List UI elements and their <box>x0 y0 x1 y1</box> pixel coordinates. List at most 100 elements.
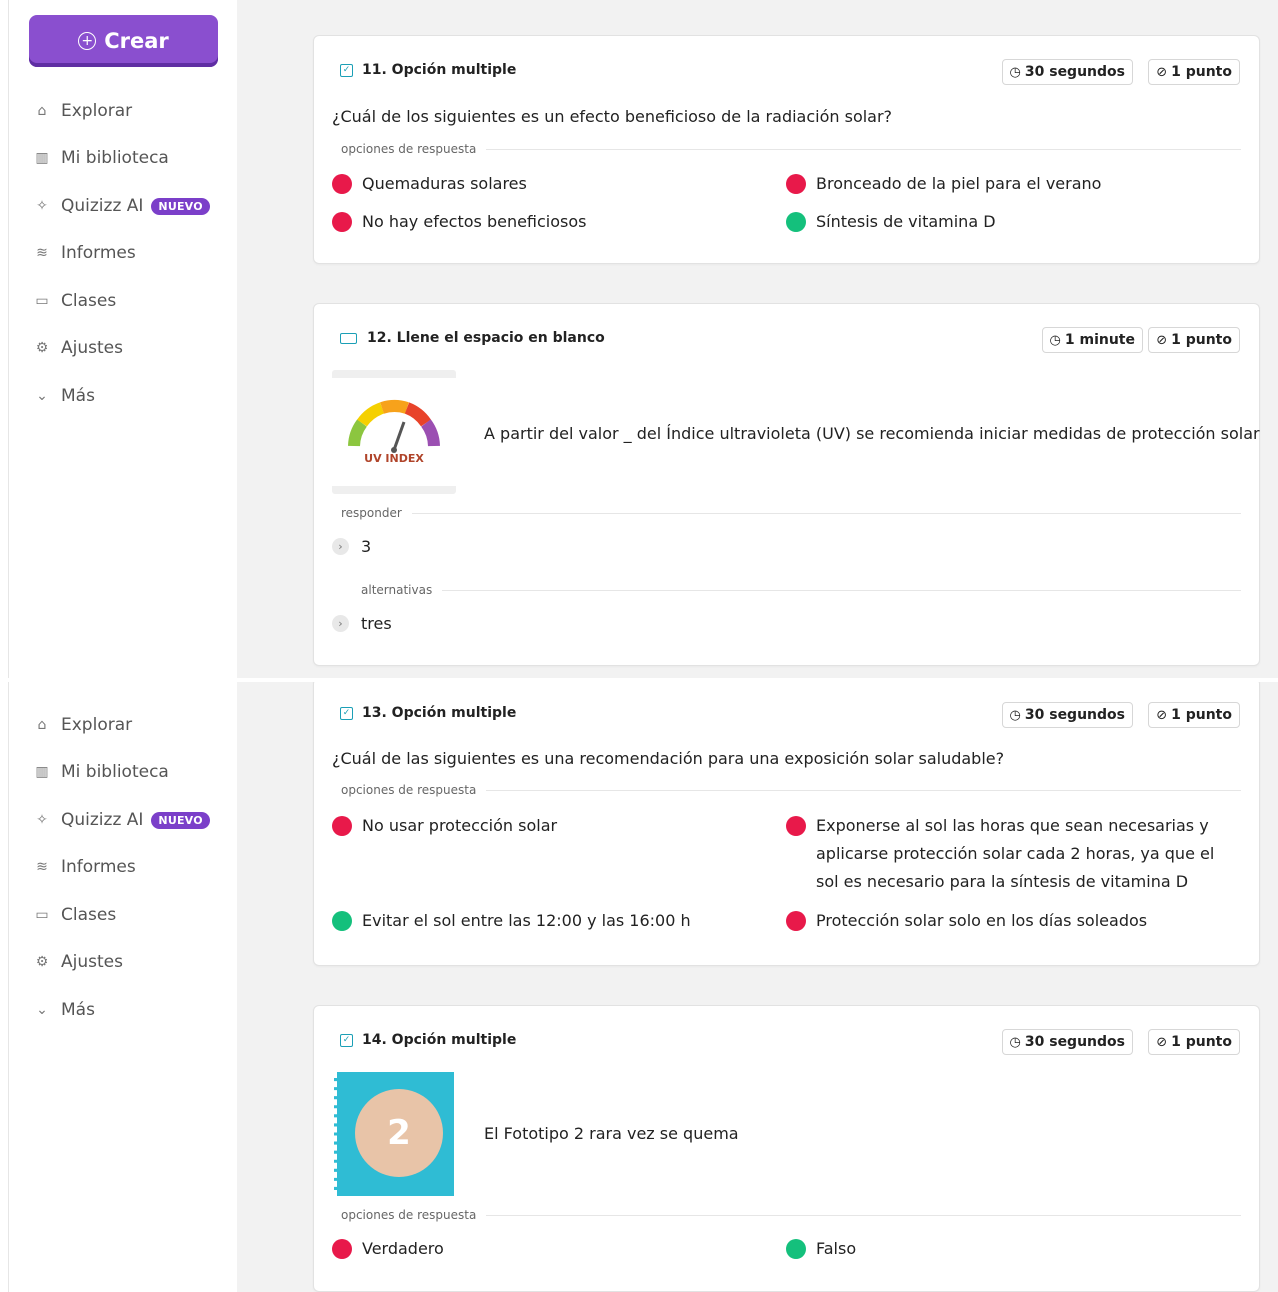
section-label: opciones de respuesta <box>341 783 1241 797</box>
explore-icon: ⌂ <box>37 717 47 733</box>
check-circle-icon: ⊘ <box>1156 64 1168 80</box>
settings-icon: ⚙ <box>35 954 49 970</box>
create-label: Crear <box>104 29 169 53</box>
answer-option: No usar protección solar <box>332 812 772 840</box>
points-badge[interactable]: ⊘ 1 punto <box>1148 1029 1240 1055</box>
sidebar-item-quizizz-ai[interactable]: ✧ Quizizz AI NUEVO <box>31 804 210 836</box>
explore-icon: ⌂ <box>37 103 47 119</box>
sidebar-item-explorar[interactable]: ⌂ Explorar <box>31 95 133 127</box>
option-text: No hay efectos beneficiosos <box>362 212 587 231</box>
new-badge: NUEVO <box>151 197 210 215</box>
section-label-text: responder <box>341 506 402 520</box>
clock-icon: ◷ <box>1009 707 1021 723</box>
question-card-14[interactable]: ✓ 14. Opción multiple ◷ 30 segundos ⊘ 1 … <box>313 1005 1260 1292</box>
sidebar-item-explorar[interactable]: ⌂ Explorar <box>31 709 133 741</box>
alternative-text: tres <box>361 614 392 633</box>
library-icon: ▥ <box>35 764 49 780</box>
time-badge[interactable]: ◷ 30 segundos <box>1001 702 1133 728</box>
points-label: 1 punto <box>1171 64 1232 80</box>
sidebar-item-ajustes[interactable]: ⚙ Ajustes <box>31 332 123 364</box>
incorrect-dot-icon <box>332 1239 352 1259</box>
option-text: Evitar el sol entre las 12:00 y las 16:0… <box>362 911 691 930</box>
check-circle-icon: ⊘ <box>1156 332 1168 348</box>
clock-icon: ◷ <box>1009 64 1021 80</box>
phototype-number: 2 <box>355 1089 443 1177</box>
checkbox-icon: ✓ <box>340 706 353 720</box>
section-label-text: opciones de respuesta <box>341 142 477 156</box>
time-badge[interactable]: ◷ 30 segundos <box>1001 59 1133 85</box>
clock-icon: ◷ <box>1009 1034 1021 1050</box>
incorrect-dot-icon <box>786 911 806 931</box>
question-card-12[interactable]: 12. Llene el espacio en blanco ◷ 1 minut… <box>313 303 1260 666</box>
sidebar-item-label: Ajustes <box>61 952 123 972</box>
sparkle-icon: ✧ <box>36 198 48 214</box>
answer-option: Quemaduras solares <box>332 170 527 198</box>
points-label: 1 punto <box>1171 1034 1232 1050</box>
correct-dot-icon <box>332 911 352 931</box>
sidebar-item-mas[interactable]: ⌄ Más <box>31 380 95 412</box>
points-badge[interactable]: ⊘ 1 punto <box>1148 59 1240 85</box>
incorrect-dot-icon <box>332 816 352 836</box>
time-label: 30 segundos <box>1024 64 1125 80</box>
uv-gauge-icon <box>348 400 440 453</box>
sidebar-item-label: Informes <box>61 243 136 263</box>
sidebar-item-informes[interactable]: ≋ Informes <box>31 237 136 269</box>
question-type: 12. Llene el espacio en blanco <box>340 330 605 346</box>
create-button[interactable]: + Crear <box>29 15 218 67</box>
sidebar-item-label: Informes <box>61 857 136 877</box>
answer-text: 3 <box>361 537 372 556</box>
answer-option: No hay efectos beneficiosos <box>332 208 587 236</box>
points-label: 1 punto <box>1171 332 1232 348</box>
option-text: Verdadero <box>362 1239 444 1258</box>
sidebar-item-mi-biblioteca[interactable]: ▥ Mi biblioteca <box>31 142 168 174</box>
incorrect-dot-icon <box>332 174 352 194</box>
option-text: Falso <box>816 1239 857 1258</box>
divider <box>442 589 1241 591</box>
sidebar-item-label: Ajustes <box>61 338 123 358</box>
time-badge[interactable]: ◷ 1 minute <box>1041 327 1143 353</box>
divider <box>486 148 1241 150</box>
divider <box>486 789 1241 791</box>
option-text: Quemaduras solares <box>362 174 527 193</box>
sidebar-item-mi-biblioteca[interactable]: ▥ Mi biblioteca <box>31 756 168 788</box>
chevron-right-icon: › <box>332 538 349 555</box>
option-text: Exponerse al sol las horas que sean nece… <box>816 816 1215 891</box>
uv-index-image[interactable]: UV INDEX <box>332 370 456 494</box>
phototype-image[interactable]: 2 <box>334 1072 454 1196</box>
sidebar-item-quizizz-ai[interactable]: ✧ Quizizz AI NUEVO <box>31 190 210 222</box>
section-label-text: opciones de respuesta <box>341 1208 477 1222</box>
divider <box>411 512 1241 514</box>
points-badge[interactable]: ⊘ 1 punto <box>1148 702 1240 728</box>
answer-item: › 3 <box>332 537 371 556</box>
sidebar-item-clases[interactable]: ▭ Clases <box>31 899 116 931</box>
sidebar-item-label: Clases <box>61 291 117 311</box>
points-badge[interactable]: ⊘ 1 punto <box>1148 327 1240 353</box>
time-badge[interactable]: ◷ 30 segundos <box>1001 1029 1133 1055</box>
answer-option: Bronceado de la piel para el verano <box>786 170 1101 198</box>
sidebar-item-clases[interactable]: ▭ Clases <box>31 285 116 317</box>
question-text: El Fototipo 2 rara vez se quema <box>484 1124 739 1143</box>
section-label: opciones de respuesta <box>341 142 1241 156</box>
answer-option: Exponerse al sol las horas que sean nece… <box>786 812 1241 896</box>
uv-index-label: UV INDEX <box>364 452 424 465</box>
question-card-11[interactable]: ✓ 11. Opción multiple ◷ 30 segundos ⊘ 1 … <box>313 35 1260 264</box>
sidebar-item-label: Explorar <box>61 715 133 735</box>
time-label: 30 segundos <box>1024 1034 1125 1050</box>
correct-dot-icon <box>786 212 806 232</box>
sidebar-item-ajustes[interactable]: ⚙ Ajustes <box>31 946 123 978</box>
chevron-down-icon: ⌄ <box>36 1002 48 1018</box>
section-label-text: alternativas <box>361 583 433 597</box>
question-card-13[interactable]: ✓ 13. Opción multiple ◷ 30 segundos ⊘ 1 … <box>313 682 1260 966</box>
checkbox-icon: ✓ <box>340 1033 353 1047</box>
answer-option: Síntesis de vitamina D <box>786 208 996 236</box>
question-type: ✓ 14. Opción multiple <box>340 1032 516 1048</box>
section-label: responder <box>341 506 1241 520</box>
answer-option: Falso <box>786 1235 856 1263</box>
sidebar-item-label: Más <box>61 1000 95 1020</box>
sparkle-icon: ✧ <box>36 812 48 828</box>
sidebar-item-mas[interactable]: ⌄ Más <box>31 994 95 1026</box>
quiz-editor-view-top: + Crear ⌂ Explorar ▥ Mi biblioteca ✧ Qui… <box>0 0 1278 678</box>
section-label-text: opciones de respuesta <box>341 783 477 797</box>
chevron-down-icon: ⌄ <box>36 388 48 404</box>
sidebar-item-informes[interactable]: ≋ Informes <box>31 851 136 883</box>
